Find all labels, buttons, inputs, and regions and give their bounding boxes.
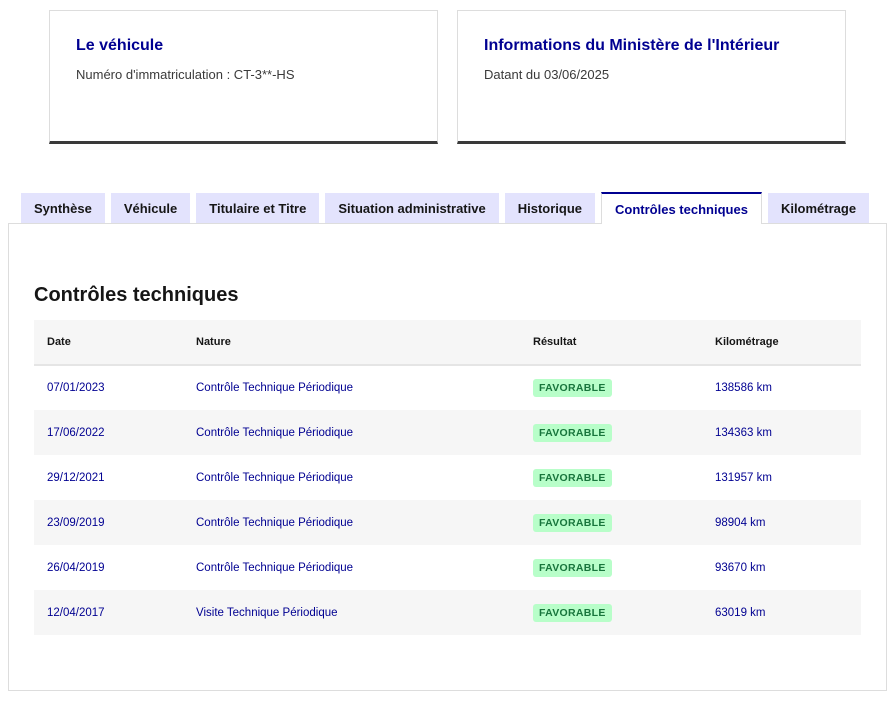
cell-result: FAVORABLE: [520, 410, 702, 455]
cell-nature: Contrôle Technique Périodique: [183, 365, 520, 410]
cell-mileage: 63019 km: [702, 590, 861, 635]
cell-nature: Visite Technique Périodique: [183, 590, 520, 635]
cell-result: FAVORABLE: [520, 590, 702, 635]
tab-synthese[interactable]: Synthèse: [21, 193, 105, 224]
tab-panel: Contrôles techniques Date Nature Résulta…: [8, 223, 887, 691]
registration-number: Numéro d'immatriculation : CT-3**-HS: [76, 67, 295, 82]
table-row: 17/06/2022 Contrôle Technique Périodique…: [34, 410, 861, 455]
tab-bar: Synthèse Véhicule Titulaire et Titre Sit…: [21, 192, 875, 224]
table-row: 23/09/2019 Contrôle Technique Périodique…: [34, 500, 861, 545]
header-mileage: Kilométrage: [702, 320, 861, 366]
header-nature: Nature: [183, 320, 520, 366]
tab-titulaire-titre[interactable]: Titulaire et Titre: [196, 193, 320, 224]
status-badge: FAVORABLE: [533, 558, 612, 577]
cell-mileage: 138586 km: [702, 365, 861, 410]
tab-kilometrage[interactable]: Kilométrage: [767, 193, 870, 224]
inspections-table: Date Nature Résultat Kilométrage 07/01/2…: [34, 320, 861, 635]
cell-result: FAVORABLE: [520, 365, 702, 410]
tab-controles-techniques[interactable]: Contrôles techniques: [601, 192, 762, 224]
cell-mileage: 131957 km: [702, 455, 861, 500]
table-row: 07/01/2023 Contrôle Technique Périodique…: [34, 365, 861, 410]
section-title: Contrôles techniques: [34, 284, 239, 306]
status-badge: FAVORABLE: [533, 423, 612, 442]
ministry-card: Informations du Ministère de l'Intérieur…: [457, 10, 846, 144]
tab-historique[interactable]: Historique: [504, 193, 596, 224]
cell-result: FAVORABLE: [520, 455, 702, 500]
status-badge: FAVORABLE: [533, 513, 612, 532]
cell-result: FAVORABLE: [520, 500, 702, 545]
cell-nature: Contrôle Technique Périodique: [183, 410, 520, 455]
table-row: 26/04/2019 Contrôle Technique Périodique…: [34, 545, 861, 590]
cell-date: 23/09/2019: [34, 500, 183, 545]
cell-mileage: 93670 km: [702, 545, 861, 590]
cell-date: 17/06/2022: [34, 410, 183, 455]
tab-vehicule[interactable]: Véhicule: [110, 193, 191, 224]
vehicle-card-title: Le véhicule: [76, 37, 164, 54]
cell-nature: Contrôle Technique Périodique: [183, 500, 520, 545]
table-row: 29/12/2021 Contrôle Technique Périodique…: [34, 455, 861, 500]
cell-date: 07/01/2023: [34, 365, 183, 410]
cell-date: 29/12/2021: [34, 455, 183, 500]
ministry-card-title: Informations du Ministère de l'Intérieur: [484, 37, 780, 54]
table-row: 12/04/2017 Visite Technique Périodique F…: [34, 590, 861, 635]
status-badge: FAVORABLE: [533, 379, 612, 397]
cell-mileage: 134363 km: [702, 410, 861, 455]
cell-nature: Contrôle Technique Périodique: [183, 545, 520, 590]
cell-result: FAVORABLE: [520, 545, 702, 590]
cell-date: 12/04/2017: [34, 590, 183, 635]
table-header-row: Date Nature Résultat Kilométrage: [34, 320, 861, 366]
status-badge: FAVORABLE: [533, 468, 612, 487]
ministry-date: Datant du 03/06/2025: [484, 67, 610, 82]
cell-nature: Contrôle Technique Périodique: [183, 455, 520, 500]
cell-mileage: 98904 km: [702, 500, 861, 545]
cell-date: 26/04/2019: [34, 545, 183, 590]
header-result: Résultat: [520, 320, 702, 366]
vehicle-card: Le véhicule Numéro d'immatriculation : C…: [49, 10, 438, 144]
header-date: Date: [34, 320, 183, 366]
status-badge: FAVORABLE: [533, 603, 612, 622]
tab-situation-administrative[interactable]: Situation administrative: [325, 193, 499, 224]
